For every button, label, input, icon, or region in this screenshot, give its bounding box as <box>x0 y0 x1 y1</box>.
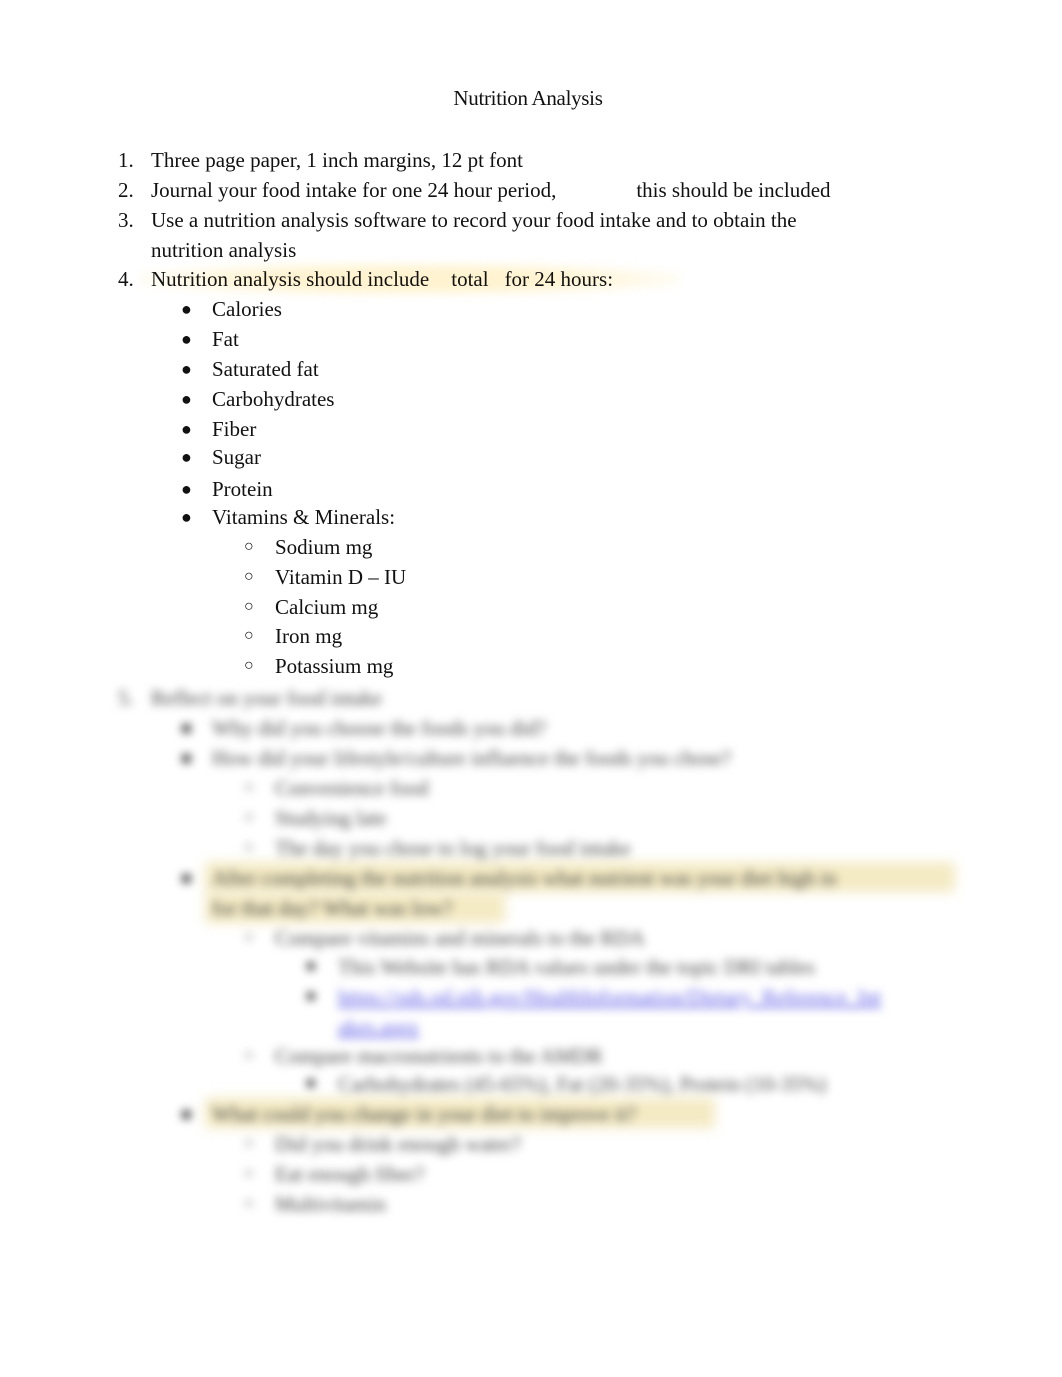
circle-bullet-icon: ○ <box>244 1047 254 1064</box>
bullet-icon: ● <box>181 359 192 379</box>
item-number-1: 1. <box>118 148 134 172</box>
item-4-text-c: for 24 hours: <box>504 267 614 291</box>
item-3-text-cont: nutrition analysis <box>151 238 297 262</box>
q4-sub-item: Multivitamin <box>275 1192 386 1216</box>
sub-bullet-item: Iron mg <box>275 624 343 648</box>
item-4-text-b: total <box>451 267 489 291</box>
item-2-text-a: Journal your food intake for one 24 hour… <box>151 178 557 202</box>
bullet-icon: ● <box>181 389 192 409</box>
item-2-text-b: this should be included <box>636 178 831 202</box>
dri-link-text[interactable]: https://ods.od.nih.gov/HealthInformation… <box>338 985 881 1009</box>
q4-sub-item: Eat enough fiber? <box>275 1162 425 1186</box>
dri-link-cont[interactable]: akes.aspx <box>338 1013 419 1041</box>
circle-bullet-icon: ○ <box>244 1165 254 1182</box>
q3-sub-item: Compare vitamins and minerals to the RDA <box>275 926 645 950</box>
sub-bullet-item: Calcium mg <box>275 595 379 619</box>
bullet-icon: ● <box>181 419 192 439</box>
circle-bullet-icon: ○ <box>244 839 254 856</box>
bullet-item: Calories <box>212 297 282 321</box>
q3-sub-sub-item: This Website has RDA values under the to… <box>338 955 815 979</box>
bullet-item: Protein <box>212 477 273 501</box>
bullet-item: Fat <box>212 327 239 351</box>
bullet-item: Sugar <box>212 445 261 469</box>
question-2: How did your lifestyle/culture influence… <box>212 746 732 770</box>
sub-bullet-item: Vitamin D – IU <box>275 565 407 589</box>
bullet-icon: ● <box>181 507 192 527</box>
item-4-text: Nutrition analysis should include total fo… <box>151 265 613 293</box>
bullet-item: Vitamins & Minerals: <box>212 505 396 529</box>
bullet-icon: ● <box>181 299 192 319</box>
circle-bullet-icon: ○ <box>244 1135 254 1152</box>
square-bullet-icon: ■ <box>306 988 316 1005</box>
bullet-item: Saturated fat <box>212 357 319 381</box>
square-bullet-icon: ■ <box>181 748 192 768</box>
dri-link-text-cont[interactable]: akes.aspx <box>338 1015 419 1039</box>
bullet-icon: ● <box>181 447 192 467</box>
q2-sub-item: Studying late <box>275 806 387 830</box>
bullet-icon: ● <box>181 479 192 499</box>
q3-sub-item: Compare macronutrients to the AMDR <box>275 1044 603 1068</box>
sub-bullet-item: Potassium mg <box>275 654 394 678</box>
square-bullet-icon: ■ <box>306 1075 316 1092</box>
bullet-icon: ● <box>181 329 192 349</box>
question-3-line-2: for that day? What was low? <box>212 896 453 920</box>
item-number-4: 4. <box>118 267 134 291</box>
question-3-line-1: After completing the nutrition analysis … <box>212 866 837 890</box>
circle-bullet-icon: ○ <box>244 779 254 796</box>
circle-bullet-icon: ○ <box>244 538 254 555</box>
dri-link[interactable]: https://ods.od.nih.gov/HealthInformation… <box>338 983 881 1011</box>
q3-sub-sub-item: Carbohydrates (45-65%), Fat (20-35%), Pr… <box>338 1072 827 1096</box>
item-number-3: 3. <box>118 208 134 232</box>
circle-bullet-icon: ○ <box>244 657 254 674</box>
item-5-text: Reflect on your food intake <box>151 686 382 710</box>
item-number-2: 2. <box>118 178 134 202</box>
item-number-5: 5. <box>118 686 134 710</box>
item-4-text-a: Nutrition analysis should include <box>151 267 430 291</box>
q4-sub-item: Did you drink enough water? <box>275 1132 522 1156</box>
bullet-item: Carbohydrates <box>212 387 335 411</box>
bullet-item: Fiber <box>212 417 257 441</box>
sub-bullet-item: Sodium mg <box>275 535 373 559</box>
square-bullet-icon: ■ <box>181 718 192 738</box>
document-title: Nutrition Analysis <box>453 86 603 110</box>
q2-sub-item: The day you chose to log your food intak… <box>275 836 631 860</box>
circle-bullet-icon: ○ <box>244 568 254 585</box>
circle-bullet-icon: ○ <box>244 627 254 644</box>
item-1-text: Three page paper, 1 inch margins, 12 pt … <box>151 148 523 172</box>
circle-bullet-icon: ○ <box>244 1195 254 1212</box>
question-1: Why did you choose the foods you did? <box>212 716 547 740</box>
q2-sub-item: Convenience food <box>275 776 429 800</box>
square-bullet-icon: ■ <box>181 1104 192 1124</box>
item-2-text: Journal your food intake for one 24 hour… <box>151 176 831 204</box>
circle-bullet-icon: ○ <box>244 598 254 615</box>
square-bullet-icon: ■ <box>181 868 192 888</box>
question-4: What could you change in your diet to im… <box>212 1102 636 1126</box>
item-3-text: Use a nutrition analysis software to rec… <box>151 208 797 232</box>
circle-bullet-icon: ○ <box>244 809 254 826</box>
circle-bullet-icon: ○ <box>244 929 254 946</box>
square-bullet-icon: ■ <box>306 958 316 975</box>
